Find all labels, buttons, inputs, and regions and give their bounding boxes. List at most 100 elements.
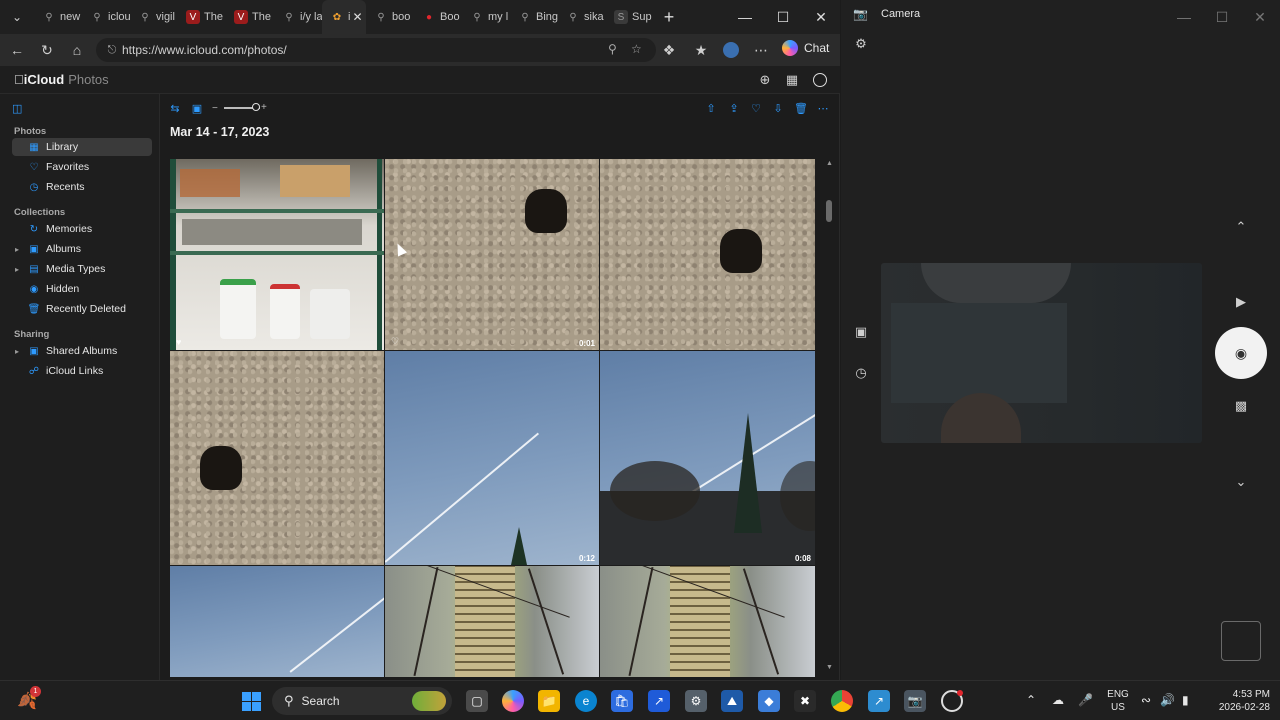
sidebar-item-albums[interactable]: ▸ ▣ Albums xyxy=(12,240,152,258)
copilot-chat-button[interactable]: Chat xyxy=(782,40,829,56)
photo-tile[interactable] xyxy=(170,566,384,677)
zoom-out-icon[interactable]: − xyxy=(212,103,218,114)
sidebar-item-hidden[interactable]: ◉ Hidden xyxy=(12,280,152,298)
tab-active[interactable]: ✿ i ✕ xyxy=(322,0,366,34)
extensions-button[interactable]: ❖ xyxy=(658,40,680,60)
sidebar-toggle-icon[interactable]: ◫ xyxy=(12,102,22,115)
photo-tile[interactable] xyxy=(385,566,599,677)
camera-settings-icon[interactable]: ⚙ xyxy=(852,35,870,53)
tab[interactable]: ⚲ new xyxy=(34,0,82,34)
task-view-icon[interactable]: ▢ xyxy=(466,690,488,712)
zoom-in-icon[interactable]: + xyxy=(261,102,267,113)
new-tab-button[interactable]: + xyxy=(654,7,684,28)
scroll-down-icon[interactable]: ▼ xyxy=(826,664,833,671)
favorite-heart-icon[interactable]: ♥ xyxy=(176,337,181,347)
hdr-off-icon[interactable]: ▣ xyxy=(852,323,870,341)
chevron-down-icon[interactable]: ⌄ xyxy=(1232,473,1250,491)
sidebar-item-recently-deleted[interactable]: 🗑 Recently Deleted xyxy=(12,300,152,318)
heart-icon[interactable]: ♡ xyxy=(749,101,763,115)
volume-icon[interactable]: 🔊 xyxy=(1160,693,1175,707)
store-icon[interactable]: 🛍 xyxy=(611,690,633,712)
share-icon[interactable]: ⇪ xyxy=(727,101,741,115)
settings-app-icon[interactable]: ⚙ xyxy=(685,690,707,712)
tab[interactable]: ⚲ Bing xyxy=(510,0,558,34)
battery-icon[interactable]: ▮ xyxy=(1182,693,1189,707)
chevron-right-icon[interactable]: ▸ xyxy=(15,245,19,254)
sidebar-item-library[interactable]: ▦ Library xyxy=(12,138,152,156)
sidebar-item-shared-albums[interactable]: ▸ ▣ Shared Albums xyxy=(12,342,152,360)
chevron-right-icon[interactable]: ▸ xyxy=(15,347,19,356)
capcut-icon[interactable]: ✖ xyxy=(794,690,816,712)
photo-tile[interactable] xyxy=(600,159,815,350)
tab[interactable]: V The xyxy=(178,0,226,34)
onedrive-icon[interactable]: ☁ xyxy=(1052,693,1064,707)
tab[interactable]: ⚲ my l xyxy=(462,0,510,34)
wifi-icon[interactable]: ∾ xyxy=(1141,693,1151,707)
more-options-icon[interactable]: ⋯ xyxy=(816,101,830,115)
add-icon[interactable]: ⊕ xyxy=(757,72,773,88)
close-tab-icon[interactable]: ✕ xyxy=(352,10,362,24)
trash-icon[interactable]: 🗑 xyxy=(794,101,808,115)
video-mode-icon[interactable]: ▶ xyxy=(1232,293,1250,311)
chevron-up-icon[interactable]: ⌃ xyxy=(1232,218,1250,236)
camera-minimize-button[interactable]: — xyxy=(1165,0,1203,34)
more-button[interactable]: ⋯ xyxy=(750,40,772,60)
qr-code-icon[interactable]: ▩ xyxy=(1232,397,1250,415)
start-button[interactable] xyxy=(240,690,262,712)
app-grid-icon[interactable]: ▦ xyxy=(784,72,800,88)
sidebar-item-media-types[interactable]: ▸ ▤ Media Types xyxy=(12,260,152,278)
zoom-icon[interactable]: ⚲ xyxy=(608,42,617,56)
chrome-icon[interactable] xyxy=(831,690,853,712)
clock[interactable]: 4:53 PM 2026-02-28 xyxy=(1206,688,1270,714)
view-toggle-icon[interactable]: ▣ xyxy=(190,101,204,115)
refresh-button[interactable]: ↻ xyxy=(36,40,58,60)
show-hidden-icons-icon[interactable]: ⌃ xyxy=(1026,693,1036,707)
camera-maximize-button[interactable]: ☐ xyxy=(1203,0,1241,34)
microphone-icon[interactable]: 🎤 xyxy=(1078,693,1093,707)
back-button[interactable]: ← xyxy=(6,40,28,60)
profile-button[interactable] xyxy=(720,40,742,60)
taskbar-search[interactable]: ⚲ Search xyxy=(272,687,452,715)
photo-tile[interactable]: 0:08 xyxy=(600,351,815,565)
tab[interactable]: ⚲ i/y la xyxy=(274,0,322,34)
favorites-button[interactable]: ★ xyxy=(690,40,712,60)
scrollbar-thumb[interactable] xyxy=(826,200,832,222)
maximize-button[interactable]: ☐ xyxy=(764,0,802,34)
photos-app-icon[interactable]: ⛰ xyxy=(721,690,743,712)
app-cube-icon[interactable]: ◆ xyxy=(758,690,780,712)
sidebar-item-recents[interactable]: ◷ Recents xyxy=(12,178,152,196)
tab-actions-menu-button[interactable]: ⌄ xyxy=(0,0,34,34)
tab[interactable]: ⚲ vigil xyxy=(130,0,178,34)
tab[interactable]: ● Boo xyxy=(414,0,462,34)
photo-tile[interactable]: ♥ xyxy=(170,159,384,350)
edge-browser-icon[interactable]: e xyxy=(575,690,597,712)
file-explorer-icon[interactable]: 📁 xyxy=(538,690,560,712)
chevron-right-icon[interactable]: ▸ xyxy=(15,265,19,274)
tab[interactable]: ⚲ iclou xyxy=(82,0,130,34)
scroll-up-icon[interactable]: ▲ xyxy=(826,160,833,167)
sidebar-item-memories[interactable]: ↻ Memories xyxy=(12,220,152,238)
timer-off-icon[interactable]: ◷ xyxy=(852,364,870,382)
upload-icon[interactable]: ⇧ xyxy=(704,101,718,115)
photo-tile[interactable] xyxy=(600,566,815,677)
tab[interactable]: S Sup xyxy=(606,0,654,34)
tab[interactable]: V The xyxy=(226,0,274,34)
input-language[interactable]: ENG US xyxy=(1104,688,1132,714)
favorite-heart-icon[interactable]: ♡ xyxy=(391,336,399,347)
camera-close-button[interactable]: ✕ xyxy=(1241,0,1279,34)
minimize-button[interactable]: — xyxy=(726,0,764,34)
icloud-logo[interactable]: iCloud xyxy=(14,72,64,87)
download-icon[interactable]: ⇩ xyxy=(771,101,785,115)
photo-tile[interactable]: ♡ 0:01 xyxy=(385,159,599,350)
sync-icon[interactable]: ⇆ xyxy=(168,101,182,115)
tab[interactable]: ⚲ sika xyxy=(558,0,606,34)
take-photo-button[interactable]: ◉ xyxy=(1215,327,1267,379)
app-arrow-icon[interactable]: ↗ xyxy=(868,690,890,712)
last-capture-thumbnail[interactable] xyxy=(1221,621,1261,661)
copilot-app-icon[interactable] xyxy=(502,690,524,712)
tab[interactable]: ⚲ boo xyxy=(366,0,414,34)
sidebar-item-icloud-links[interactable]: ☍ iCloud Links xyxy=(12,362,152,380)
photo-tile[interactable] xyxy=(170,351,384,565)
url-field[interactable]: ⎋ https://www.icloud.com/photos/ ⚲ ☆ xyxy=(96,38,656,62)
close-window-button[interactable]: ✕ xyxy=(802,0,840,34)
